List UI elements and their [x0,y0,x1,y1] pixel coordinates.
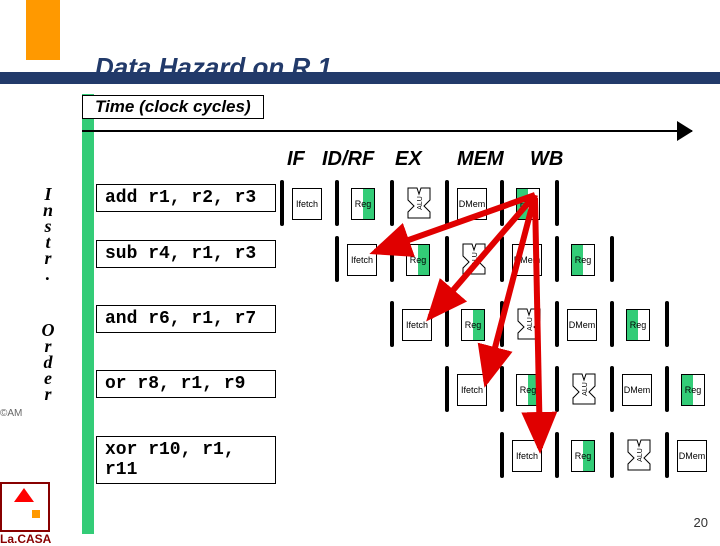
page-number: 20 [694,515,708,530]
svg-text:ALU: ALU [582,382,589,396]
svg-text:ALU: ALU [637,448,644,462]
stage-label-ex: EX [395,148,422,171]
pipe-row-2: Ifetch Reg ALU DMem Reg [337,240,627,278]
svg-text:ALU: ALU [417,196,424,210]
stage-reg-read: Reg [461,309,485,341]
vlabel-instr: Instr. [37,184,58,280]
stage-reg-read: Reg [571,440,595,472]
instr-sub: sub r4, r1, r3 [96,240,276,268]
instr-or: or r8, r1, r9 [96,370,276,398]
stage-alu: ALU [571,372,597,406]
instr-and: and r6, r1, r7 [96,305,276,333]
logo-roof-icon [14,488,34,502]
stage-ifetch: Ifetch [402,309,432,341]
stage-alu: ALU [406,186,432,220]
stage-label-wb: WB [530,148,563,171]
stage-ifetch: Ifetch [347,244,377,276]
pipe-row-1: Ifetch Reg ALU DMem Reg [282,184,572,222]
stage-label-if: IF [287,148,305,171]
time-axis-label: Time (clock cycles) [82,95,264,119]
logo-dot-icon [32,510,40,518]
stage-ifetch: Ifetch [292,188,322,220]
stage-reg-read: Reg [516,374,540,406]
pipe-row-3: Ifetch Reg ALU DMem Reg [392,305,682,343]
svg-text:ALU: ALU [472,252,479,266]
stage-label-mem: MEM [457,148,504,171]
stage-dmem: DMem [512,244,542,276]
stage-reg-read: Reg [406,244,430,276]
time-axis-line [82,130,692,132]
instr-add: add r1, r2, r3 [96,184,276,212]
stage-alu: ALU [461,242,487,276]
accent-orange-bar [26,0,60,60]
stage-reg-write: Reg [516,188,540,220]
stage-dmem: DMem [677,440,707,472]
stage-label-idrf: ID/RF [322,148,374,171]
stage-reg-write: Reg [571,244,595,276]
vlabel-order: Order [37,320,58,400]
logo-text: La.CASA [0,532,51,546]
instr-xor: xor r10, r1, r11 [96,436,276,484]
copyright: ©AM [0,408,22,419]
stage-ifetch: Ifetch [457,374,487,406]
page-title: Data Hazard on R 1 [95,52,332,83]
lacasa-logo: La.CASA [0,482,50,532]
svg-text:ALU: ALU [527,317,534,331]
stage-reg-write: Reg [681,374,705,406]
stage-dmem: DMem [567,309,597,341]
stage-reg-read: Reg [351,188,375,220]
stage-alu: ALU [626,438,652,472]
stage-reg-write: Reg [626,309,650,341]
stage-ifetch: Ifetch [512,440,542,472]
stage-dmem: DMem [457,188,487,220]
stage-dmem: DMem [622,374,652,406]
time-axis-arrowhead [677,121,693,141]
pipe-row-5: IfetchRegALUDMemReg [502,436,720,474]
stage-alu: ALU [516,307,542,341]
pipe-row-4: Ifetch Reg ALU DMem Reg [447,370,720,408]
accent-green-bar [82,94,94,534]
